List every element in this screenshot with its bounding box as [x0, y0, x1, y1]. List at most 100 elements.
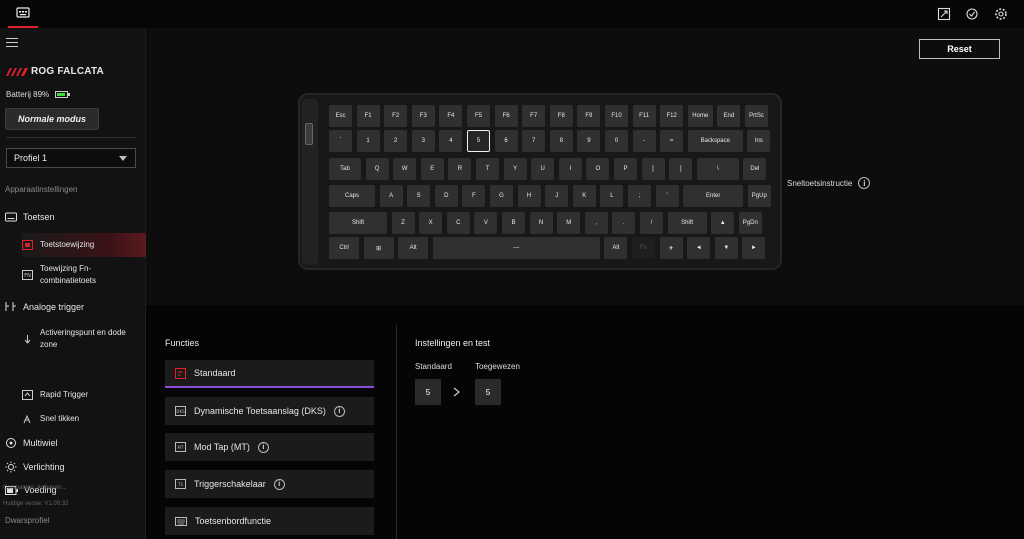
key-row2-4[interactable]: 4 [439, 130, 463, 152]
key-row1-5[interactable]: F5 [467, 105, 490, 127]
key-row4-6[interactable]: H [517, 185, 541, 207]
key-row2-7[interactable]: 7 [522, 130, 546, 152]
key-row4-13[interactable]: PgUp [747, 185, 771, 207]
key-row5-5[interactable]: B [502, 212, 525, 234]
shortcut-instructions[interactable]: Sneltoetsinstructie i [787, 177, 871, 189]
key-row1-8[interactable]: F8 [549, 105, 573, 127]
info-icon[interactable]: i [273, 478, 285, 490]
key-row1-4[interactable]: F4 [439, 105, 463, 127]
key-row6-5[interactable]: Fn [632, 237, 655, 259]
key-row4-5[interactable]: G [490, 185, 513, 207]
key-row5-4[interactable]: V [474, 212, 498, 234]
key-row6-4[interactable]: Alt [604, 237, 628, 259]
key-row2-11[interactable]: - [632, 130, 656, 152]
function-dks[interactable]: DKS Dynamische Toetsaanslag (DKS) i [165, 397, 374, 425]
function-keyboard[interactable]: Toetsenbordfunctie [165, 507, 374, 535]
key-row2-10[interactable]: 0 [605, 130, 628, 152]
key-row2-2[interactable]: 2 [384, 130, 408, 152]
sidebar-item-actuation[interactable]: Activeringspunt en dode zone [22, 326, 146, 352]
key-row3-12[interactable]: ] [669, 158, 693, 180]
key-row2-0[interactable]: ` [329, 130, 352, 152]
device-tab[interactable] [8, 0, 38, 28]
sidebar-item-fn-assignment[interactable]: FN Toewijzing Fn-combinatietoets [22, 262, 146, 288]
info-icon[interactable]: i [858, 177, 871, 189]
menu-icon[interactable] [6, 38, 18, 48]
key-row3-6[interactable]: Y [503, 158, 527, 180]
info-icon[interactable]: i [333, 405, 345, 417]
key-row4-4[interactable]: F [462, 185, 486, 207]
sidebar-item-rapid-trigger[interactable]: Rapid Trigger [22, 389, 146, 401]
sidebar-item-multiwheel[interactable]: Multiwiel [5, 437, 58, 449]
key-row1-12[interactable]: F12 [660, 105, 684, 127]
sidebar-item-key-assignment[interactable]: Toetstoewijzing [22, 233, 146, 257]
key-row5-0[interactable]: Shift [329, 212, 387, 234]
key-row6-2[interactable]: Alt [398, 237, 429, 259]
key-row1-9[interactable]: F9 [577, 105, 601, 127]
key-row2-13[interactable]: Backspace [687, 130, 743, 152]
key-row3-10[interactable]: P [614, 158, 637, 180]
key-row1-15[interactable]: PrtSc [745, 105, 768, 127]
multiwheel-knob[interactable] [305, 123, 313, 145]
key-row3-8[interactable]: I [558, 158, 582, 180]
key-row1-11[interactable]: F11 [632, 105, 656, 127]
key-row2-12[interactable]: = [660, 130, 684, 152]
key-row5-9[interactable]: . [612, 212, 636, 234]
key-row1-0[interactable]: Esc [329, 105, 352, 127]
key-row2-14[interactable]: Ins [747, 130, 771, 152]
key-row3-14[interactable]: Del [743, 158, 767, 180]
key-row5-7[interactable]: M [557, 212, 581, 234]
key-row3-9[interactable]: O [586, 158, 610, 180]
key-row5-8[interactable]: , [584, 212, 608, 234]
key-row3-2[interactable]: W [393, 158, 417, 180]
key-row5-11[interactable]: Shift [667, 212, 707, 234]
sidebar-item-lighting[interactable]: Verlichting [5, 461, 65, 473]
key-row2-6[interactable]: 6 [494, 130, 518, 152]
key-row2-8[interactable]: 8 [549, 130, 573, 152]
key-row3-11[interactable]: [ [641, 158, 665, 180]
key-row3-13[interactable]: \ [696, 158, 739, 180]
key-row2-1[interactable]: 1 [356, 130, 380, 152]
key-row4-0[interactable]: Caps [329, 185, 375, 207]
key-row6-9[interactable]: ► [742, 237, 766, 259]
key-row4-2[interactable]: S [407, 185, 431, 207]
sidebar-item-analog-trigger[interactable]: Analoge trigger [5, 301, 84, 312]
profile-select[interactable]: Profiel 1 [6, 148, 136, 168]
sidebar-item-keys[interactable]: Toetsen [5, 212, 55, 222]
key-row4-8[interactable]: K [572, 185, 596, 207]
key-row3-1[interactable]: Q [365, 158, 389, 180]
key-row1-13[interactable]: Home [687, 105, 713, 127]
key-row1-1[interactable]: F1 [356, 105, 380, 127]
key-row4-1[interactable]: A [379, 185, 403, 207]
sidebar-item-snel-tikken[interactable]: Snel tikken [22, 413, 146, 425]
key-row5-10[interactable]: / [640, 212, 663, 234]
key-row6-3[interactable]: — [432, 237, 600, 259]
key-row2-5[interactable]: 5 [467, 130, 490, 152]
sync-icon[interactable] [963, 5, 981, 23]
key-row1-10[interactable]: F10 [605, 105, 628, 127]
key-row6-8[interactable]: ▼ [714, 237, 738, 259]
key-row4-11[interactable]: ' [655, 185, 679, 207]
key-row1-7[interactable]: F7 [522, 105, 546, 127]
key-row3-4[interactable]: R [448, 158, 472, 180]
key-row2-3[interactable]: 3 [411, 130, 435, 152]
key-row4-12[interactable]: Enter [683, 185, 744, 207]
mode-button[interactable]: Normale modus [5, 108, 99, 130]
info-icon[interactable]: i [257, 441, 269, 453]
key-row3-0[interactable]: Tab [329, 158, 361, 180]
key-row6-1[interactable]: ⊞ [363, 237, 394, 259]
gear-icon[interactable] [992, 5, 1010, 23]
key-row4-9[interactable]: L [600, 185, 624, 207]
key-row1-3[interactable]: F3 [411, 105, 435, 127]
key-row3-7[interactable]: U [531, 158, 555, 180]
key-row5-1[interactable]: Z [391, 212, 415, 234]
function-mod-tap[interactable]: MT Mod Tap (MT) i [165, 433, 374, 461]
expand-icon[interactable] [935, 5, 953, 23]
key-row5-12[interactable]: ▲ [711, 212, 735, 234]
function-standard[interactable]: Standaard [165, 360, 374, 388]
key-row5-3[interactable]: C [446, 212, 470, 234]
key-row4-3[interactable]: D [434, 185, 458, 207]
key-row5-2[interactable]: X [419, 212, 443, 234]
function-trigger-switch[interactable]: TS Triggerschakelaar i [165, 470, 374, 498]
key-row6-7[interactable]: ◄ [687, 237, 711, 259]
key-row1-2[interactable]: F2 [384, 105, 408, 127]
